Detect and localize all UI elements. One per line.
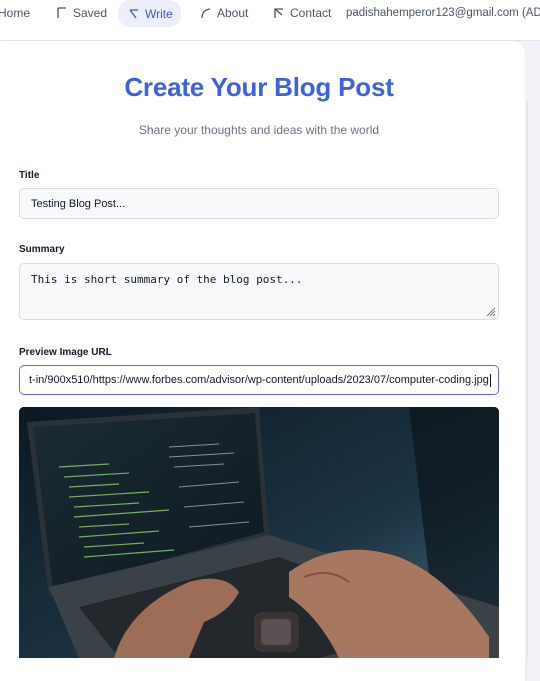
image-url-input[interactable]: t-in/900x510/https://www.forbes.com/advi… — [19, 365, 499, 395]
preview-image — [19, 407, 499, 658]
page-title: Create Your Blog Post — [124, 72, 394, 102]
image-url-label: Preview Image URL — [19, 347, 112, 358]
nav-saved-link[interactable]: Saved — [56, 0, 107, 26]
summary-textarea-value: This is short summary of the blog post..… — [31, 273, 303, 286]
contact-icon — [274, 8, 283, 18]
info-icon — [201, 8, 211, 19]
scroll-track[interactable] — [525, 41, 540, 658]
nav-write-link[interactable]: Write — [118, 0, 181, 27]
resize-handle-icon[interactable] — [484, 305, 496, 317]
nav-home-link[interactable]: Home — [0, 0, 30, 26]
pen-icon — [129, 8, 138, 18]
title-input[interactable]: Testing Blog Post... — [19, 188, 499, 219]
nav-write-label: Write — [145, 6, 173, 21]
laptop-preview-image — [19, 407, 499, 658]
text-cursor — [489, 373, 491, 387]
page-subtitle: Share your thoughts and ideas with the w… — [138, 123, 380, 137]
nav-contact-link[interactable]: Contact — [273, 0, 331, 26]
bookmark-icon — [57, 7, 66, 18]
user-email[interactable]: padishahemperor123@gmail.com (ADMIN) — [346, 0, 540, 26]
nav-home-label: Home — [0, 6, 31, 20]
image-url-value: t-in/900x510/https://www.forbes.com/advi… — [29, 374, 489, 386]
user-email-label: padishahemperor123@gmail.com (ADMIN) — [346, 7, 540, 19]
title-input-value: Testing Blog Post... — [31, 197, 126, 210]
title-label: Title — [19, 170, 40, 181]
nav-saved-label: Saved — [73, 6, 108, 20]
nav-about-link[interactable]: About — [200, 0, 248, 26]
nav-contact-label: Contact — [290, 6, 332, 20]
nav-about-label: About — [217, 6, 249, 20]
summary-label: Summary — [19, 244, 65, 255]
summary-textarea[interactable]: This is short summary of the blog post..… — [19, 263, 499, 320]
top-navbar: Home Saved Write About Contact padishahe… — [0, 0, 540, 41]
